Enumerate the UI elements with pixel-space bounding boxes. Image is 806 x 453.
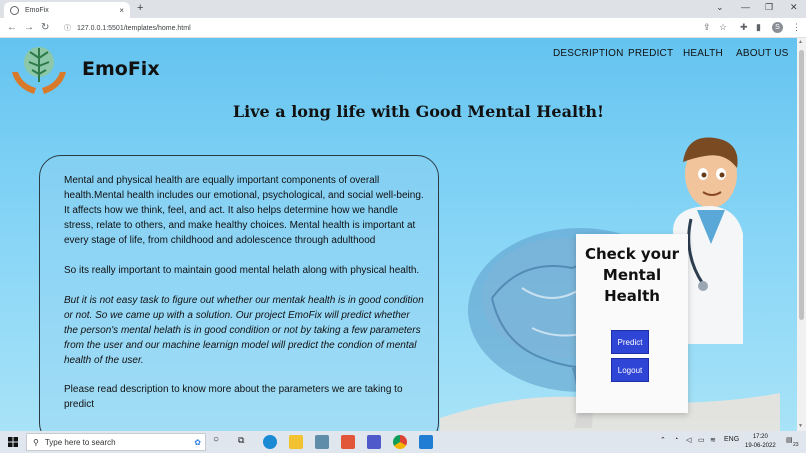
chrome-icon[interactable] [393, 435, 407, 449]
search-highlight-icon: ✿ [194, 437, 201, 447]
poster-title: Check your Mental Health [576, 244, 688, 307]
network-icon[interactable]: ◔ [674, 436, 678, 443]
browser-toolbar: ← → ↻ ⓘ 127.0.0.1:5501/templates/home.ht… [0, 18, 806, 38]
teams-icon[interactable] [367, 435, 381, 449]
paragraph-read-more: Please read description to know more abo… [64, 384, 403, 410]
nav-predict[interactable]: PREDICT [628, 48, 673, 59]
browser-tab[interactable]: EmoFix × [4, 2, 130, 18]
edge-icon[interactable] [263, 435, 277, 449]
tab-title: EmoFix [25, 6, 49, 14]
windows-icon[interactable] [8, 437, 18, 447]
browser-tab-strip: EmoFix × + ⌄ — ❐ ✕ [0, 0, 806, 18]
tray-chevron-icon[interactable]: ⌃ [660, 436, 666, 444]
reload-icon[interactable]: ↻ [41, 22, 49, 33]
predict-button[interactable]: Predict [611, 330, 649, 354]
search-icon: ⚲ [33, 437, 39, 447]
info-icon[interactable]: ⓘ [64, 23, 71, 33]
forward-icon[interactable]: → [24, 22, 34, 33]
share-icon[interactable]: ⇪ [703, 22, 711, 33]
tab-search-icon[interactable]: ⌄ [716, 2, 724, 13]
scroll-up-icon[interactable]: ▲ [798, 39, 803, 45]
nav-about-us[interactable]: ABOUT US [736, 48, 789, 59]
paragraph-intro: Mental and physical health are equally i… [64, 175, 424, 246]
minimize-button[interactable]: — [741, 2, 750, 12]
extensions-icon[interactable]: ✚ [740, 22, 748, 33]
star-icon[interactable]: ☆ [719, 22, 727, 33]
clock-time: 17:20 [752, 434, 768, 440]
search-placeholder: Type here to search [44, 437, 116, 447]
clock-date: 19-06-2022 [745, 443, 776, 449]
taskbar-search-box[interactable]: ⚲ Type here to search ✿ [26, 433, 206, 451]
volume-icon[interactable]: ◁ [686, 436, 691, 444]
logout-button[interactable]: Logout [611, 358, 649, 382]
poster-line-3: Health [604, 287, 660, 305]
file-explorer-icon[interactable] [289, 435, 303, 449]
scrollbar-thumb[interactable] [799, 50, 804, 320]
nav-description[interactable]: DESCRIPTION [553, 48, 624, 59]
new-tab-button[interactable]: + [137, 2, 143, 14]
emofix-logo [12, 47, 66, 94]
wifi-icon[interactable]: ≋ [710, 436, 716, 444]
chrome-favicon-icon [10, 5, 19, 15]
poster-line-2: Mental [602, 266, 662, 284]
menu-icon[interactable]: ⋮ [792, 22, 801, 33]
address-bar[interactable]: ⓘ 127.0.0.1:5501/templates/home.html [56, 21, 716, 35]
tab-close-icon[interactable]: × [119, 6, 124, 15]
scroll-down-icon[interactable]: ▼ [798, 423, 803, 429]
notification-count: 23 [793, 442, 799, 448]
paragraph-solution: But it is not easy task to figure out wh… [64, 295, 424, 366]
battery-icon[interactable]: ▭ [698, 436, 705, 444]
system-clock[interactable]: 17:20 19-06-2022 [745, 433, 776, 451]
brand-name[interactable]: EmoFix [82, 58, 160, 80]
photos-icon[interactable] [341, 435, 355, 449]
nav-health[interactable]: HEALTH [683, 48, 723, 59]
poster-line-1: Check your [584, 245, 680, 263]
check-health-poster: Check your Mental Health Predict Logout [576, 234, 688, 413]
paragraph-importance: So its really important to maintain good… [64, 265, 420, 276]
cortana-icon[interactable]: ○ [213, 434, 219, 445]
page-viewport: EmoFix DESCRIPTION PREDICT HEALTH ABOUT … [0, 38, 797, 431]
page-headline: Live a long life with Good Mental Health… [232, 102, 605, 121]
vscode-icon[interactable] [419, 435, 433, 449]
notification-icon[interactable]: ▤ [786, 436, 793, 444]
page-scrollbar[interactable]: ▲ ▼ [797, 38, 806, 431]
task-view-icon[interactable]: ⧉ [238, 435, 244, 446]
close-window-button[interactable]: ✕ [790, 2, 798, 13]
store-icon[interactable] [315, 435, 329, 449]
sidebar-icon[interactable]: ▮ [756, 22, 761, 33]
profile-avatar[interactable]: S [772, 22, 783, 33]
url-text: 127.0.0.1:5501/templates/home.html [77, 24, 191, 32]
language-indicator[interactable]: ENG [724, 436, 739, 443]
windows-taskbar: ⚲ Type here to search ✿ ○ ⧉ ⌃ ◔ ◁ ▭ ≋ EN… [0, 431, 806, 453]
back-icon[interactable]: ← [7, 22, 17, 33]
maximize-button[interactable]: ❐ [765, 2, 773, 13]
